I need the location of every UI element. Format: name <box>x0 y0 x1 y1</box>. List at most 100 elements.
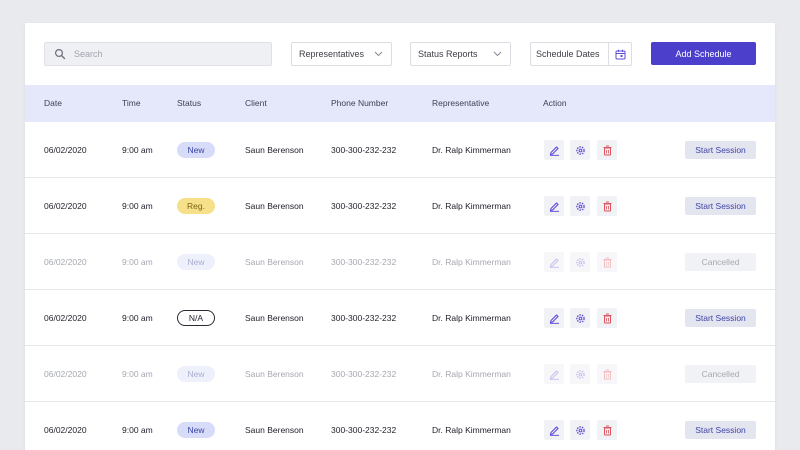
date-cell: 06/02/2020 <box>44 425 87 435</box>
edit-button[interactable] <box>544 308 564 328</box>
status-badge: New <box>177 254 215 270</box>
edit-icon <box>549 425 559 436</box>
trash-icon <box>603 257 611 267</box>
schedule-dates-label: Schedule Dates <box>531 43 609 65</box>
date-cell: 06/02/2020 <box>44 201 87 211</box>
start-session-button[interactable]: Start Session <box>685 421 756 439</box>
start-session-button[interactable]: Start Session <box>685 309 756 327</box>
time-cell: 9:00 am <box>122 425 153 435</box>
header-date: Date <box>44 98 62 108</box>
status-badge: New <box>177 366 215 382</box>
search-input[interactable] <box>74 44 264 64</box>
phone-cell: 300-300-232-232 <box>331 369 397 379</box>
delete-button[interactable] <box>597 420 617 440</box>
edit-icon <box>549 145 559 156</box>
trash-icon <box>603 313 611 323</box>
time-cell: 9:00 am <box>122 257 153 267</box>
header-representative: Representative <box>432 98 490 108</box>
table-row: 06/02/2020 9:00 am Reg. Saun Berenson 30… <box>25 178 775 234</box>
delete-button[interactable] <box>597 252 617 272</box>
header-phone-number: Phone Number <box>331 98 389 108</box>
representative-cell: Dr. Ralp Kimmerman <box>432 369 511 379</box>
gear-icon <box>575 145 585 155</box>
table-row: 06/02/2020 9:00 am New Saun Berenson 300… <box>25 234 775 290</box>
trash-icon <box>603 425 611 435</box>
gear-icon <box>575 201 585 211</box>
schedule-card: Representatives Status Reports Schedule … <box>25 23 775 450</box>
cancelled-button: Cancelled <box>685 365 756 383</box>
table-row: 06/02/2020 9:00 am N/A Saun Berenson 300… <box>25 290 775 346</box>
client-cell: Saun Berenson <box>245 201 304 211</box>
settings-button[interactable] <box>570 252 590 272</box>
status-badge: Reg. <box>177 198 215 214</box>
settings-button[interactable] <box>570 196 590 216</box>
status-badge: New <box>177 422 215 438</box>
settings-button[interactable] <box>570 420 590 440</box>
gear-icon <box>575 257 585 267</box>
phone-cell: 300-300-232-232 <box>331 425 397 435</box>
delete-button[interactable] <box>597 364 617 384</box>
representative-cell: Dr. Ralp Kimmerman <box>432 425 511 435</box>
phone-cell: 300-300-232-232 <box>331 145 397 155</box>
edit-button[interactable] <box>544 420 564 440</box>
search-box[interactable] <box>44 42 272 66</box>
calendar-icon[interactable] <box>609 49 631 60</box>
representative-cell: Dr. Ralp Kimmerman <box>432 145 511 155</box>
toolbar: Representatives Status Reports Schedule … <box>25 23 775 85</box>
edit-icon <box>549 369 559 380</box>
client-cell: Saun Berenson <box>245 313 304 323</box>
header-status: Status <box>177 98 202 108</box>
delete-button[interactable] <box>597 140 617 160</box>
header-action: Action <box>543 98 567 108</box>
edit-icon <box>549 201 559 212</box>
representative-cell: Dr. Ralp Kimmerman <box>432 313 511 323</box>
start-session-button[interactable]: Start Session <box>685 141 756 159</box>
header-client: Client <box>245 98 267 108</box>
client-cell: Saun Berenson <box>245 145 304 155</box>
settings-button[interactable] <box>570 140 590 160</box>
search-icon <box>54 48 66 60</box>
status-reports-dropdown-label: Status Reports <box>418 49 478 59</box>
table-row: 06/02/2020 9:00 am New Saun Berenson 300… <box>25 402 775 450</box>
trash-icon <box>603 145 611 155</box>
status-badge: N/A <box>177 310 215 326</box>
edit-button[interactable] <box>544 252 564 272</box>
gear-icon <box>575 369 585 379</box>
gear-icon <box>575 425 585 435</box>
client-cell: Saun Berenson <box>245 425 304 435</box>
schedule-dates-picker[interactable]: Schedule Dates <box>530 42 632 66</box>
start-session-button[interactable]: Start Session <box>685 197 756 215</box>
edit-button[interactable] <box>544 364 564 384</box>
status-reports-dropdown[interactable]: Status Reports <box>410 42 511 66</box>
trash-icon <box>603 201 611 211</box>
representative-cell: Dr. Ralp Kimmerman <box>432 201 511 211</box>
chevron-down-icon <box>374 49 383 59</box>
client-cell: Saun Berenson <box>245 257 304 267</box>
phone-cell: 300-300-232-232 <box>331 201 397 211</box>
gear-icon <box>575 313 585 323</box>
settings-button[interactable] <box>570 308 590 328</box>
settings-button[interactable] <box>570 364 590 384</box>
table-row: 06/02/2020 9:00 am New Saun Berenson 300… <box>25 346 775 402</box>
cancelled-button: Cancelled <box>685 253 756 271</box>
delete-button[interactable] <box>597 196 617 216</box>
chevron-down-icon <box>493 49 502 59</box>
table-row: 06/02/2020 9:00 am New Saun Berenson 300… <box>25 122 775 178</box>
representative-cell: Dr. Ralp Kimmerman <box>432 257 511 267</box>
header-time: Time <box>122 98 141 108</box>
representatives-dropdown-label: Representatives <box>299 49 365 59</box>
edit-icon <box>549 313 559 324</box>
phone-cell: 300-300-232-232 <box>331 313 397 323</box>
trash-icon <box>603 369 611 379</box>
delete-button[interactable] <box>597 308 617 328</box>
representatives-dropdown[interactable]: Representatives <box>291 42 392 66</box>
edit-icon <box>549 257 559 268</box>
edit-button[interactable] <box>544 196 564 216</box>
edit-button[interactable] <box>544 140 564 160</box>
phone-cell: 300-300-232-232 <box>331 257 397 267</box>
time-cell: 9:00 am <box>122 369 153 379</box>
status-badge: New <box>177 142 215 158</box>
time-cell: 9:00 am <box>122 201 153 211</box>
date-cell: 06/02/2020 <box>44 369 87 379</box>
add-schedule-button[interactable]: Add Schedule <box>651 42 756 65</box>
